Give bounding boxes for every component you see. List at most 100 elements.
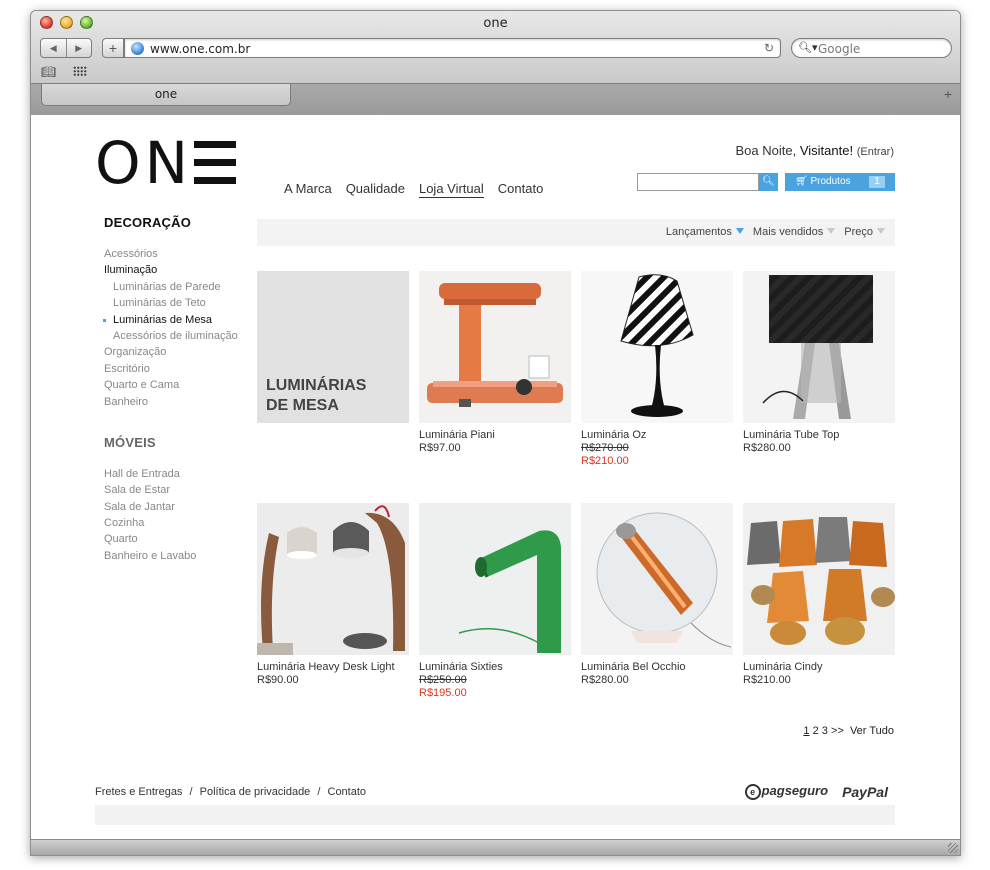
sort-lancamentos[interactable]: Lançamentos <box>666 226 744 238</box>
footer-link-fretes[interactable]: Fretes e Entregas <box>95 786 182 798</box>
url-text: www.one.com.br <box>150 42 251 56</box>
category-sidebar: DECORAÇÃO Acessórios Iluminação Luminári… <box>103 215 254 564</box>
pagseguro-text: pagseguro <box>761 783 829 798</box>
greeting: Boa Noite, Visitante! (Entrar) <box>736 143 894 158</box>
sidebar-subitem[interactable]: Acessórios de iluminação <box>104 328 254 344</box>
view-all-link[interactable]: Ver Tudo <box>850 725 894 737</box>
bookmarks-book-icon[interactable]: 📖︎ <box>41 65 56 79</box>
new-tab-icon[interactable]: + <box>944 86 952 102</box>
black-shade-lamp-icon <box>743 271 895 423</box>
browser-tab[interactable]: one <box>41 84 291 106</box>
product-card[interactable]: Luminária Oz R$270.00 R$210.00 <box>581 271 733 468</box>
page-current[interactable]: 1 <box>803 725 809 737</box>
striped-table-lamp-icon <box>581 271 733 423</box>
sort-preco[interactable]: Preço <box>844 226 885 238</box>
footer-link-privacidade[interactable]: Política de privacidade <box>200 786 311 798</box>
product-image[interactable] <box>257 503 409 655</box>
sidebar-item[interactable]: Hall de Entrada <box>104 466 254 482</box>
window-title: one <box>483 16 508 31</box>
product-card[interactable]: Luminária Piani R$97.00 <box>419 271 571 455</box>
sidebar-subitem[interactable]: Luminárias de Teto <box>104 295 254 311</box>
product-card[interactable]: Luminária Cindy R$210.00 <box>743 503 895 687</box>
product-image[interactable] <box>743 503 895 655</box>
page-next[interactable]: >> <box>831 725 844 737</box>
sidebar-list-moveis: Hall de Entrada Sala de Estar Sala de Ja… <box>104 466 254 564</box>
pagseguro-logo: e pagseguro <box>744 783 829 800</box>
reload-icon[interactable]: ↻ <box>764 41 774 55</box>
sort-bar: Lançamentos Mais vendidos Preço <box>257 219 895 246</box>
product-name[interactable]: Luminária Heavy Desk Light <box>257 661 409 674</box>
category-banner: LUMINÁRIAS DE MESA <box>257 271 409 423</box>
product-name[interactable]: Luminária Oz <box>581 429 733 442</box>
sidebar-item[interactable]: Sala de Estar <box>104 482 254 498</box>
banner-line-2: DE MESA <box>266 397 339 414</box>
product-image[interactable] <box>419 503 571 655</box>
product-old-price: R$250.00 <box>419 674 467 686</box>
sidebar-list-decoracao: Acessórios Iluminação Luminárias de Pare… <box>103 246 254 410</box>
nav-a-marca[interactable]: A Marca <box>284 181 332 198</box>
product-image[interactable] <box>743 271 895 423</box>
product-card[interactable]: Luminária Tube Top R$280.00 <box>743 271 895 455</box>
product-image[interactable] <box>419 271 571 423</box>
back-forward-buttons: ◀ ▶ <box>40 38 92 58</box>
resize-grip-icon[interactable] <box>948 843 958 853</box>
forward-arrow-icon[interactable]: ▶ <box>67 39 92 57</box>
footer-separator: / <box>189 786 193 798</box>
site-search-button[interactable]: 🔍︎ <box>759 173 778 191</box>
sort-arrow-icon <box>735 228 744 234</box>
page-link[interactable]: 3 <box>822 725 828 737</box>
greeting-prefix: Boa Noite, <box>735 143 800 158</box>
search-icon: 🔍︎ <box>762 176 775 187</box>
back-arrow-icon[interactable]: ◀ <box>41 39 67 57</box>
nav-qualidade[interactable]: Qualidade <box>346 181 405 198</box>
banner-title: LUMINÁRIAS DE MESA <box>266 376 366 416</box>
sidebar-item[interactable]: Quarto <box>104 531 254 547</box>
greeting-name: Visitante! <box>799 143 854 158</box>
sort-arrow-icon <box>827 228 836 234</box>
cart-icon: 🛒︎ <box>795 176 808 187</box>
sort-mais-vendidos[interactable]: Mais vendidos <box>753 226 836 238</box>
sidebar-item[interactable]: Banheiro <box>104 394 254 410</box>
sidebar-item[interactable]: Cozinha <box>104 515 254 531</box>
sidebar-title-moveis: MÓVEIS <box>104 434 156 450</box>
orange-desk-lamp-icon <box>419 271 571 423</box>
product-card[interactable]: Luminária Sixties R$250.00 R$195.00 <box>419 503 571 700</box>
product-name[interactable]: Luminária Sixties <box>419 661 571 674</box>
browser-chrome: one ◀ ▶ + www.one.com.br ↻ 🔍︎▾ Google 📖︎… <box>31 11 960 115</box>
top-sites-grid-icon[interactable] <box>73 66 87 76</box>
product-name[interactable]: Luminária Tube Top <box>743 429 895 442</box>
footer-link-contato[interactable]: Contato <box>328 786 367 798</box>
sidebar-subitem[interactable]: Luminárias de Parede <box>104 279 254 295</box>
sidebar-subitem-active[interactable]: Luminárias de Mesa <box>103 312 254 328</box>
login-link[interactable]: (Entrar) <box>857 146 894 158</box>
product-image[interactable] <box>581 271 733 423</box>
pagination: 1 2 3 >> Ver Tudo <box>803 725 894 737</box>
sidebar-item[interactable]: Organização <box>104 344 254 360</box>
add-bookmark-button[interactable]: + <box>102 38 124 58</box>
product-image[interactable] <box>581 503 733 655</box>
sidebar-item[interactable]: Sala de Jantar <box>104 499 254 515</box>
product-name[interactable]: Luminária Piani <box>419 429 571 442</box>
product-name[interactable]: Luminária Bel Occhio <box>581 661 733 674</box>
page-link[interactable]: 2 <box>813 725 819 737</box>
sidebar-item[interactable]: Iluminação <box>104 262 254 278</box>
site-logo[interactable]: ON <box>95 133 237 193</box>
sort-arrow-icon <box>877 228 885 234</box>
product-name[interactable]: Luminária Cindy <box>743 661 895 674</box>
cart-button[interactable]: 🛒︎ Produtos 1 <box>785 173 895 191</box>
sidebar-item[interactable]: Banheiro e Lavabo <box>104 548 254 564</box>
product-card[interactable]: Luminária Bel Occhio R$280.00 <box>581 503 733 687</box>
site-search-input[interactable] <box>637 173 759 191</box>
product-card[interactable]: Luminária Heavy Desk Light R$90.00 <box>257 503 409 687</box>
cart-label: Produtos <box>810 176 851 187</box>
globe-icon <box>131 42 144 55</box>
nav-loja-virtual[interactable]: Loja Virtual <box>418 181 484 198</box>
pagseguro-mark-icon: e <box>744 784 761 800</box>
sidebar-subitem-label: Luminárias de Mesa <box>113 313 213 326</box>
sidebar-item[interactable]: Quarto e Cama <box>104 377 254 393</box>
sidebar-item[interactable]: Escritório <box>104 361 254 377</box>
nav-contato[interactable]: Contato <box>498 181 544 198</box>
address-bar[interactable]: www.one.com.br ↻ <box>124 38 781 58</box>
browser-search-field[interactable]: 🔍︎▾ Google <box>791 38 952 58</box>
sidebar-item[interactable]: Acessórios <box>104 246 254 262</box>
